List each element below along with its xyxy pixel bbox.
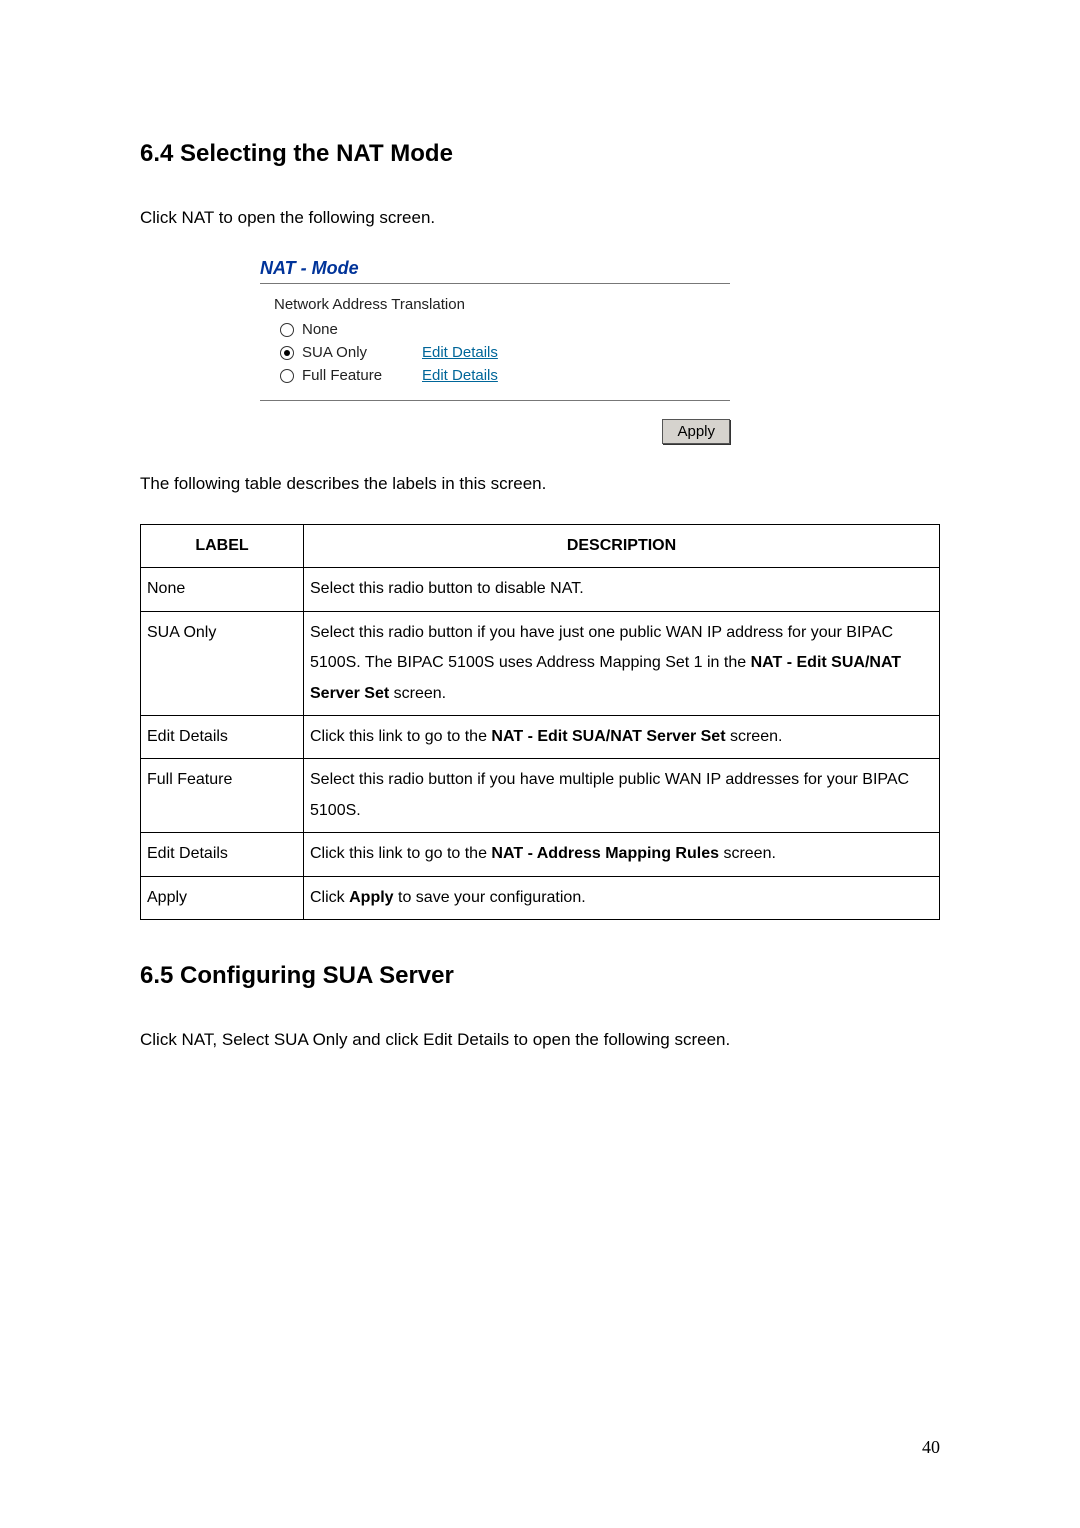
- table-cell-description: Click this link to go to the NAT - Addre…: [304, 833, 940, 876]
- nat-mode-panel: NAT - Mode Network Address Translation N…: [260, 258, 730, 444]
- table-cell-label: Full Feature: [141, 759, 304, 833]
- radio-none-label: None: [302, 321, 422, 338]
- table-header-label: LABEL: [141, 525, 304, 568]
- table-cell-label: Edit Details: [141, 833, 304, 876]
- radio-sua-only-label: SUA Only: [302, 344, 422, 361]
- edit-details-link-sua[interactable]: Edit Details: [422, 344, 498, 361]
- section-heading-6-4: 6.4 Selecting the NAT Mode: [140, 140, 940, 168]
- radio-row-full-feature[interactable]: Full Feature Edit Details: [280, 367, 730, 384]
- table-cell-label: SUA Only: [141, 611, 304, 715]
- radio-row-sua-only[interactable]: SUA Only Edit Details: [280, 344, 730, 361]
- table-cell-label: Apply: [141, 876, 304, 919]
- table-row: Edit DetailsClick this link to go to the…: [141, 715, 940, 758]
- table-cell-description: Select this radio button if you have jus…: [304, 611, 940, 715]
- table-row: Edit DetailsClick this link to go to the…: [141, 833, 940, 876]
- page-number: 40: [922, 1437, 940, 1458]
- table-cell-label: None: [141, 568, 304, 611]
- table-cell-label: Edit Details: [141, 715, 304, 758]
- radio-full-feature-label: Full Feature: [302, 367, 422, 384]
- table-cell-description: Select this radio button to disable NAT.: [304, 568, 940, 611]
- section-heading-6-5: 6.5 Configuring SUA Server: [140, 962, 940, 990]
- divider: [260, 283, 730, 284]
- table-intro: The following table describes the labels…: [140, 474, 940, 494]
- radio-sua-only-icon[interactable]: [280, 346, 294, 360]
- table-row: ApplyClick Apply to save your configurat…: [141, 876, 940, 919]
- divider: [260, 400, 730, 401]
- nat-mode-title: NAT - Mode: [260, 258, 730, 279]
- labels-description-table: LABEL DESCRIPTION NoneSelect this radio …: [140, 524, 940, 920]
- table-cell-description: Select this radio button if you have mul…: [304, 759, 940, 833]
- edit-details-link-full[interactable]: Edit Details: [422, 367, 498, 384]
- radio-row-none[interactable]: None: [280, 321, 730, 338]
- table-cell-description: Click this link to go to the NAT - Edit …: [304, 715, 940, 758]
- table-cell-description: Click Apply to save your configuration.: [304, 876, 940, 919]
- table-row: NoneSelect this radio button to disable …: [141, 568, 940, 611]
- nat-group-label: Network Address Translation: [274, 296, 730, 313]
- apply-button[interactable]: Apply: [662, 419, 730, 444]
- section-6-4-intro: Click NAT to open the following screen.: [140, 208, 940, 228]
- section-6-5-intro: Click NAT, Select SUA Only and click Edi…: [140, 1030, 940, 1050]
- radio-full-feature-icon[interactable]: [280, 369, 294, 383]
- table-row: SUA OnlySelect this radio button if you …: [141, 611, 940, 715]
- table-row: Full FeatureSelect this radio button if …: [141, 759, 940, 833]
- radio-none-icon[interactable]: [280, 323, 294, 337]
- table-header-description: DESCRIPTION: [304, 525, 940, 568]
